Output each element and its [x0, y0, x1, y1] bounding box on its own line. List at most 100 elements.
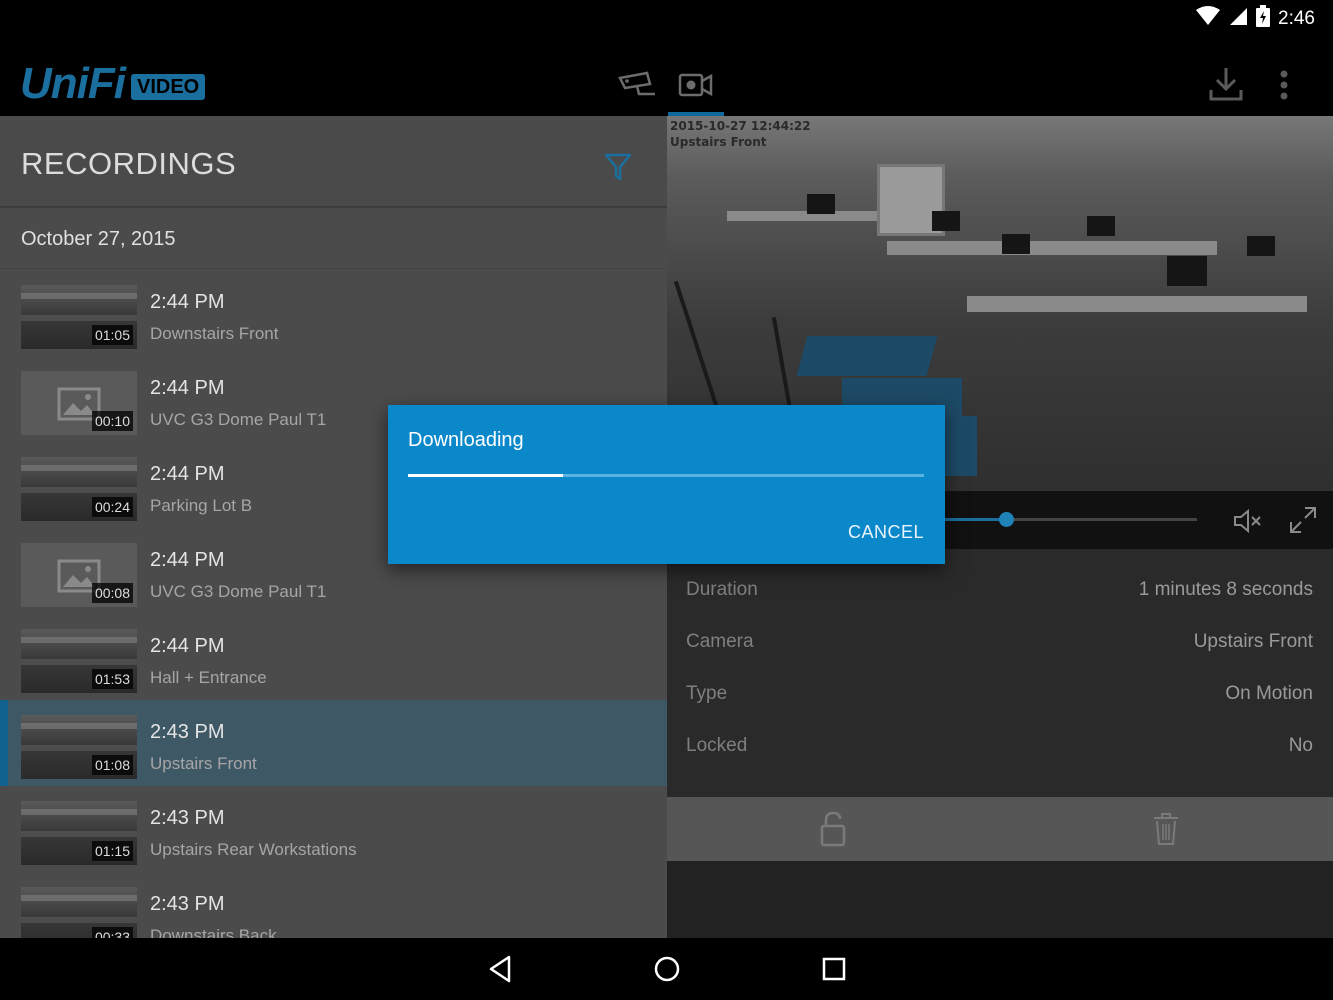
thumbnail-scene [21, 831, 137, 837]
video-scene [1167, 256, 1207, 286]
thumbnail-scene [21, 659, 137, 665]
recording-duration: 00:10 [91, 411, 133, 431]
detail-value: No [1288, 735, 1313, 756]
filter-icon[interactable] [604, 152, 632, 187]
recording-icon [678, 73, 714, 104]
recording-list-item[interactable]: 00:33 2:43 PM Downstairs Back [0, 872, 667, 938]
page-title: RECORDINGS [21, 146, 237, 181]
recording-list-item[interactable]: 01:15 2:43 PM Upstairs Rear Workstations [0, 786, 667, 872]
trash-icon[interactable] [1153, 813, 1179, 850]
recording-time: 2:44 PM [150, 549, 225, 571]
recording-duration: 01:53 [91, 669, 133, 689]
thumbnail-scene [21, 315, 137, 321]
recording-camera: Upstairs Rear Workstations [150, 840, 357, 859]
thumbnail-scene [21, 745, 137, 751]
status-bar: 2:46 [0, 0, 1333, 36]
selection-indicator [0, 700, 8, 786]
thumbnail-scene [21, 895, 137, 901]
download-icon[interactable] [1209, 66, 1243, 107]
thumbnail-scene [21, 723, 137, 729]
detail-pane-empty [667, 861, 1333, 938]
recording-list-item[interactable]: 01:53 2:44 PM Hall + Entrance [0, 614, 667, 700]
video-scene [932, 211, 960, 231]
detail-row-duration: Duration 1 minutes 8 seconds [667, 565, 1333, 617]
video-overlay-camera: Upstairs Front [670, 135, 767, 149]
recording-thumbnail: 01:53 [21, 629, 137, 693]
recording-time: 2:43 PM [150, 721, 225, 743]
tab-recordings[interactable] [678, 70, 718, 104]
seek-handle[interactable] [999, 512, 1015, 527]
video-scene [967, 296, 1307, 312]
recording-duration: 01:08 [91, 755, 133, 775]
video-scene [727, 211, 877, 221]
recordings-header: RECORDINGS [0, 116, 667, 208]
recording-duration: 00:33 [91, 927, 133, 938]
recording-camera: Downstairs Front [150, 324, 279, 343]
video-scene [1087, 216, 1115, 236]
dialog-title: Downloading [408, 429, 524, 451]
video-scene [1002, 234, 1030, 254]
more-vert-icon[interactable] [1278, 66, 1290, 107]
detail-row-type: Type On Motion [667, 669, 1333, 721]
downloading-dialog: Downloading CANCEL [388, 405, 945, 564]
download-progress-bar [408, 474, 924, 477]
recording-camera: UVC G3 Dome Paul T1 [150, 410, 327, 429]
recording-time: 2:44 PM [150, 635, 225, 657]
video-scene [796, 336, 938, 376]
back-icon[interactable] [487, 954, 513, 989]
detail-label: Locked [686, 735, 748, 756]
unlock-icon[interactable] [819, 811, 847, 852]
thumbnail-scene [21, 465, 137, 471]
detail-label: Camera [686, 631, 754, 652]
thumbnail-scene [21, 293, 137, 299]
video-overlay-timestamp: 2015-10-27 12:44:22 [670, 119, 811, 133]
detail-label: Type [686, 683, 728, 704]
recents-icon[interactable] [821, 954, 847, 989]
recording-camera: UVC G3 Dome Paul T1 [150, 582, 327, 601]
recording-thumbnail: 01:08 [21, 715, 137, 779]
detail-action-bar [667, 797, 1333, 861]
video-scene [887, 241, 1217, 255]
signal-icon [1228, 6, 1248, 31]
app-bar: UniFi VIDEO [0, 36, 1333, 116]
home-icon[interactable] [653, 954, 681, 989]
recording-list-item[interactable]: 01:05 2:44 PM Downstairs Front [0, 270, 667, 356]
recording-duration: 01:05 [91, 325, 133, 345]
detail-row-camera: Camera Upstairs Front [667, 617, 1333, 669]
fullscreen-icon[interactable] [1288, 505, 1318, 540]
recording-thumbnail: 00:33 [21, 887, 137, 938]
recording-camera: Hall + Entrance [150, 668, 267, 687]
battery-charging-icon [1256, 5, 1271, 32]
video-overlay: 2015-10-27 12:44:22 Upstairs Front [670, 118, 811, 150]
detail-value: Upstairs Front [1193, 631, 1313, 652]
download-progress-fill [408, 474, 563, 477]
date-header: October 27, 2015 [0, 209, 667, 269]
recording-duration: 00:24 [91, 497, 133, 517]
logo-badge: VIDEO [130, 74, 206, 100]
wifi-icon [1196, 6, 1221, 31]
recording-duration: 01:15 [91, 841, 133, 861]
detail-label: Duration [686, 579, 758, 600]
thumbnail-scene [21, 809, 137, 815]
unifi-video-logo: UniFi VIDEO [20, 46, 206, 108]
thumbnail-scene [21, 917, 137, 923]
thumbnail-scene [21, 487, 137, 493]
recording-thumbnail: 00:24 [21, 457, 137, 521]
detail-value: On Motion [1225, 683, 1313, 704]
recording-time: 2:43 PM [150, 893, 225, 915]
cancel-button[interactable]: CANCEL [848, 522, 924, 543]
tab-cameras[interactable] [617, 70, 657, 104]
recording-thumbnail: 00:08 [21, 543, 137, 607]
recording-camera: Downstairs Back [150, 926, 277, 938]
recording-duration: 00:08 [91, 583, 133, 603]
recording-camera: Parking Lot B [150, 496, 253, 515]
recording-time: 2:44 PM [150, 291, 225, 313]
recording-thumbnail: 01:05 [21, 285, 137, 349]
detail-row-locked: Locked No [667, 721, 1333, 773]
recording-list-item[interactable]: 01:08 2:43 PM Upstairs Front [0, 700, 667, 786]
date-header-text: October 27, 2015 [21, 228, 176, 250]
status-icons: 2:46 [1196, 5, 1315, 32]
mute-icon[interactable] [1233, 508, 1263, 539]
logo-text: UniFi [20, 59, 126, 108]
video-scene [1247, 236, 1275, 256]
